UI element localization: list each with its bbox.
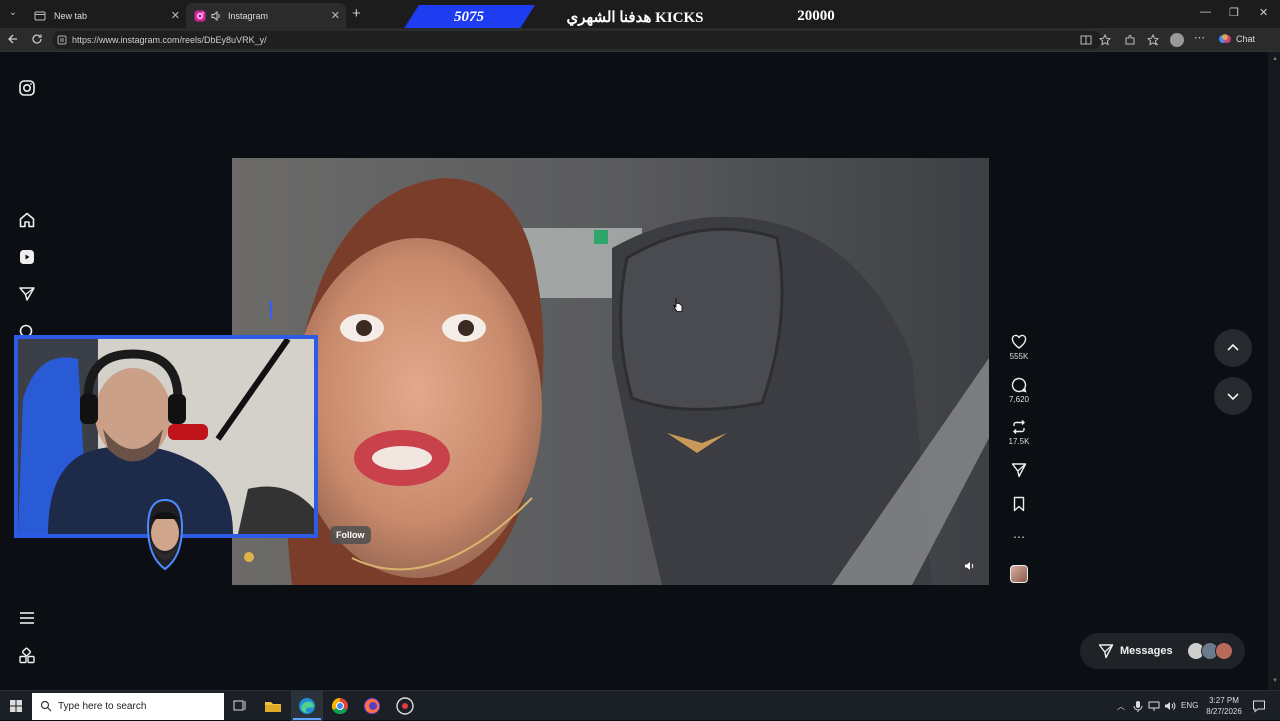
messages-send-icon [1098, 644, 1114, 659]
streamer-cartoon-logo [140, 497, 190, 572]
copilot-chat-button[interactable]: Chat [1218, 32, 1255, 46]
comment-count: 7,620 [1008, 395, 1030, 404]
comment-icon [1011, 377, 1027, 393]
file-explorer-icon[interactable] [263, 696, 283, 716]
site-info-icon[interactable] [57, 35, 67, 45]
notifications-icon[interactable] [1252, 699, 1266, 713]
close-tab-icon[interactable]: ✕ [171, 9, 180, 22]
audio-thumbnail-button[interactable] [1000, 565, 1038, 583]
extensions-icon[interactable] [1124, 34, 1136, 46]
stream-overlay-goal-title: هدفنا الشهري KICKS [566, 10, 704, 26]
tab-label: Instagram [228, 10, 269, 21]
browser-toolbar: https://www.instagram.com/reels/DbEy8uVR… [0, 28, 1280, 52]
show-hidden-icons[interactable]: ︿ [1117, 701, 1125, 712]
scroll-down-arrow[interactable]: ▼ [1272, 678, 1278, 686]
instagram-favicon-icon [194, 10, 206, 21]
share-button[interactable] [1000, 462, 1038, 480]
taskbar-clock[interactable]: 3:27 PM 8/27/2026 [1200, 695, 1248, 717]
favorites-icon[interactable] [1147, 34, 1159, 46]
edge-browser-icon[interactable] [297, 696, 317, 716]
minimize-button[interactable]: — [1200, 6, 1211, 18]
like-button[interactable]: 555K [1000, 334, 1038, 361]
follow-button[interactable]: Follow [330, 526, 371, 544]
obs-recorder-icon[interactable] [395, 696, 415, 716]
more-icon: ⋯ [1013, 530, 1025, 544]
address-bar[interactable]: https://www.instagram.com/reels/DbEy8uVR… [52, 31, 1102, 49]
split-screen-icon[interactable] [1080, 34, 1092, 46]
microphone-icon[interactable] [1133, 700, 1143, 712]
tab-instagram[interactable]: Instagram ✕ [186, 3, 346, 28]
video-caret-marker [270, 301, 272, 319]
network-icon[interactable] [1148, 700, 1160, 712]
volume-icon[interactable] [964, 560, 976, 572]
reel-video[interactable] [232, 158, 989, 585]
share-icon [1011, 463, 1027, 478]
stream-overlay-current-value: 5075 [403, 5, 535, 30]
messages-label: Messages [1120, 645, 1173, 657]
input-language[interactable]: ENG [1181, 701, 1198, 710]
scroll-up-arrow[interactable]: ▲ [1272, 56, 1278, 64]
repost-count: 17.5K [1008, 437, 1030, 446]
tab-label: New tab [54, 10, 88, 21]
close-window-button[interactable]: ✕ [1259, 6, 1268, 19]
search-icon [40, 700, 52, 712]
comment-button[interactable]: 7,620 [1000, 377, 1038, 404]
firefox-icon[interactable] [362, 696, 382, 716]
volume-icon[interactable] [1164, 700, 1176, 712]
like-count: 555K [1009, 352, 1029, 361]
tab-new-tab[interactable]: New tab ✕ [26, 3, 186, 28]
clock-time: 3:27 PM [1209, 696, 1239, 705]
previous-reel-button[interactable] [1214, 329, 1252, 367]
settings-more-icon[interactable]: ⋯ [1194, 31, 1206, 44]
back-button[interactable] [7, 33, 19, 45]
repost-icon [1013, 420, 1025, 434]
home-icon[interactable] [18, 211, 36, 229]
refresh-icon [32, 34, 42, 44]
stream-overlay-target-value: 20000 [797, 8, 835, 24]
taskbar-search-placeholder: Type here to search [58, 701, 147, 712]
repost-button[interactable]: 17.5K [1000, 419, 1038, 446]
clock-date: 8/27/2026 [1206, 707, 1242, 716]
reels-icon[interactable] [18, 248, 36, 266]
instagram-logo-icon[interactable] [18, 79, 36, 97]
audio-thumbnail [1010, 565, 1028, 583]
taskbar-search-box[interactable]: Type here to search [32, 693, 224, 720]
creator-badge-icon [244, 552, 254, 562]
messages-button[interactable]: Messages [1080, 633, 1245, 669]
windows-taskbar: Type here to search ︿ ENG 3:27 PM 8/27/2… [0, 690, 1280, 721]
cartoon-avatar-icon [146, 498, 184, 571]
profile-avatar[interactable] [1170, 33, 1184, 47]
mouse-cursor-icon [673, 298, 683, 312]
chat-label: Chat [1236, 34, 1256, 44]
heart-icon [1011, 334, 1027, 349]
favorite-star-icon[interactable] [1099, 34, 1111, 46]
windows-start-icon[interactable] [6, 696, 26, 716]
arrow-left-icon [8, 34, 17, 44]
more-options-button[interactable]: ⋯ [1000, 529, 1038, 545]
browser-tab-bar: ⌄ New tab ✕ Instagram ✕ + 5075 هدفنا الش… [0, 0, 1280, 30]
refresh-button[interactable] [31, 33, 43, 45]
tab-actions-menu[interactable]: ⌄ [5, 7, 21, 21]
task-view-icon[interactable] [230, 696, 250, 716]
reel-video-frame [232, 158, 989, 585]
chevron-up-icon [1227, 343, 1239, 351]
chrome-icon[interactable] [330, 696, 350, 716]
speaker-audio-icon[interactable] [210, 10, 222, 22]
new-tab-button[interactable]: + [352, 5, 361, 22]
next-reel-button[interactable] [1214, 377, 1252, 415]
copilot-icon [1219, 34, 1231, 43]
save-button[interactable] [1000, 496, 1038, 514]
new-tab-page-icon [34, 11, 46, 20]
restore-button[interactable]: ❐ [1229, 6, 1239, 19]
save-icon [1013, 496, 1025, 512]
message-avatar [1215, 642, 1233, 660]
direct-send-icon[interactable] [18, 285, 36, 303]
close-tab-icon[interactable]: ✕ [331, 9, 340, 22]
page-scrollbar[interactable]: ▲ ▼ [1268, 52, 1280, 690]
also-from-meta-icon[interactable] [18, 647, 36, 665]
menu-hamburger-icon[interactable] [18, 609, 36, 627]
chevron-down-icon [1227, 393, 1239, 401]
url-text[interactable]: https://www.instagram.com/reels/DbEy8uVR… [72, 35, 267, 45]
